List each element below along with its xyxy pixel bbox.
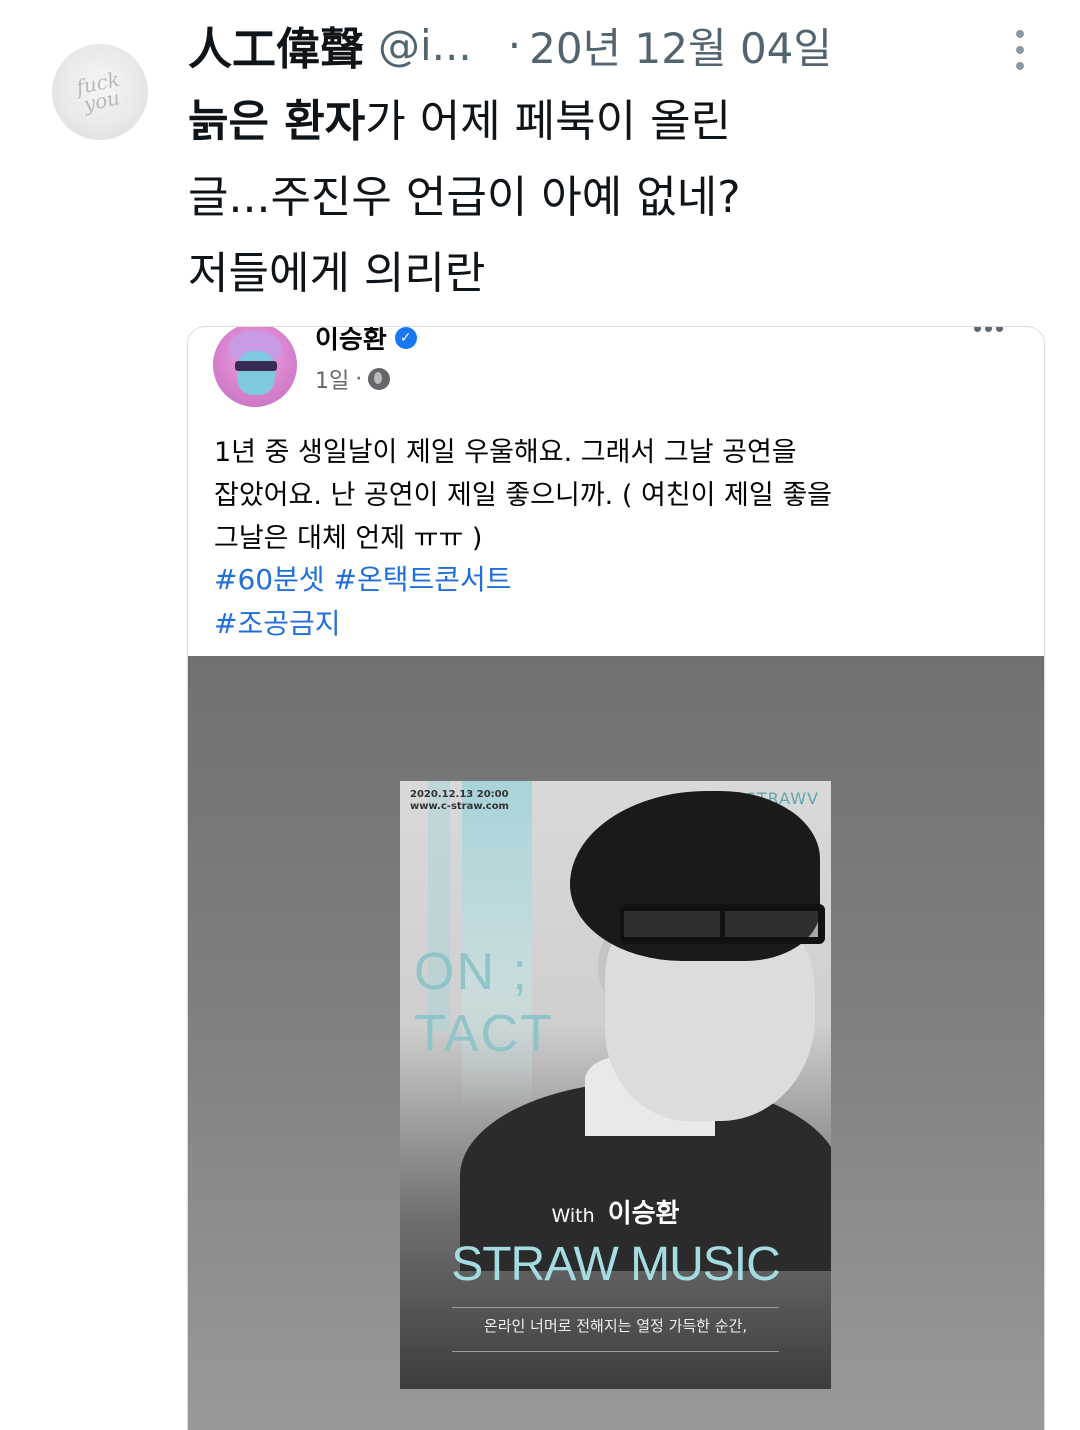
hashtag-link: #조공금지: [214, 607, 341, 640]
facebook-post-time: 1일: [315, 369, 350, 394]
hashtag-row: #60분셋 #온택트콘서트: [214, 558, 512, 602]
poster-artist-name: 이승환: [607, 1199, 680, 1229]
facebook-more-icon: [974, 327, 1003, 332]
facebook-hashtags: #60분셋 #온택트콘서트 #조공금지: [214, 558, 512, 646]
tweet-text-line-3: 저들에게 의리란: [188, 248, 486, 299]
post-media: 2020.12.13 20:00 www.c-straw.com STRAWV …: [188, 656, 1044, 1430]
facebook-post-line: 잡았어요. 난 공연이 제일 좋으니까. ( 여친이 제일 좋을: [214, 480, 832, 511]
facebook-author-avatar: [213, 327, 297, 407]
hashtag-link: #60분셋: [214, 563, 325, 596]
tweet-header: 人工偉聲 @i... · 20년 12월 04일: [188, 14, 832, 76]
facebook-author-name-text: 이승환: [315, 326, 387, 355]
poster-with-line: With 이승환: [400, 1193, 831, 1230]
facebook-author-name: 이승환 ✓: [315, 326, 417, 356]
poster-date-info: 2020.12.13 20:00 www.c-straw.com: [410, 789, 509, 812]
tweet-text-line-1: 늙은 환자가 어제 페북이 올린: [188, 84, 1068, 160]
avatar-text: fuck you: [74, 66, 123, 117]
hashtag-link: #온택트콘서트: [333, 563, 512, 596]
facebook-post-line: 그날은 대체 언제 ㅠㅠ ): [214, 523, 483, 554]
poster-with-prefix: With: [551, 1205, 595, 1227]
user-avatar[interactable]: fuck you: [52, 44, 148, 140]
tweet-text: 늙은 환자가 어제 페북이 올린 글...주진우 언급이 아예 없네? 저들에게…: [188, 84, 1068, 312]
poster-on-tact: ON ; TACT: [414, 943, 554, 1063]
facebook-post-meta: 1일 ·: [315, 363, 391, 395]
tweet-text-line-1-rest: 가 어제 페북이 올린: [365, 96, 732, 147]
tweet-date[interactable]: 20년 12월 04일: [529, 15, 832, 76]
display-name[interactable]: 人工偉聲: [188, 13, 364, 77]
facebook-post-body: 1년 중 생일날이 제일 우울해요. 그래서 그날 공연을 잡았어요. 난 공연…: [214, 431, 1014, 560]
separator-dot: ·: [507, 20, 522, 70]
more-options-icon[interactable]: [1010, 30, 1030, 74]
poster-tagline: 온라인 너머로 전해지는 열정 가득한 순간,: [483, 1317, 748, 1335]
facebook-meta-separator: ·: [355, 366, 363, 392]
verified-badge-icon: ✓: [394, 327, 417, 349]
poster-title: STRAW MUSIC: [451, 1238, 781, 1291]
user-handle[interactable]: @i...: [378, 21, 472, 70]
tweet-text-bold: 늙은 환자: [188, 96, 366, 147]
facebook-post-line: 1년 중 생일날이 제일 우울해요. 그래서 그날 공연을: [214, 437, 797, 468]
embedded-facebook-post[interactable]: 이승환 ✓ 1일 · 1년 중 생일날이 제일 우울해요. 그래서 그날 공연을…: [187, 326, 1045, 1430]
tweet-text-line-2: 글...주진우 언급이 아예 없네?: [188, 172, 741, 223]
concert-poster: 2020.12.13 20:00 www.c-straw.com STRAWV …: [400, 781, 831, 1389]
globe-icon: [368, 368, 391, 390]
